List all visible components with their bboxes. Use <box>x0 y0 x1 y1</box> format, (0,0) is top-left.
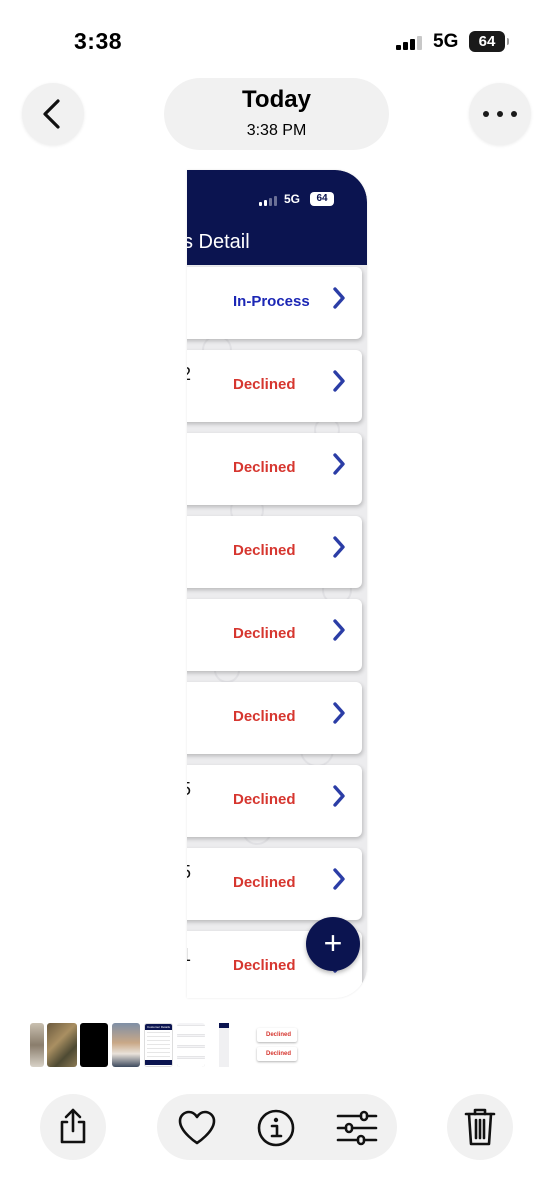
card-status: Declined <box>233 459 296 476</box>
preview-network: 5G <box>284 192 301 206</box>
thumbnail-card-status: Declined <box>257 1028 297 1042</box>
heart-icon[interactable] <box>177 1110 217 1146</box>
status-card[interactable]: 'Declined <box>187 433 362 505</box>
chevron-right-icon[interactable] <box>331 370 347 392</box>
card-status: Declined <box>233 874 296 891</box>
thumbnail-photo[interactable] <box>30 1023 44 1067</box>
status-card[interactable]: Declined <box>187 516 362 588</box>
delete-button[interactable] <box>447 1094 513 1160</box>
battery-icon: 64 <box>469 31 509 52</box>
add-button[interactable]: + <box>306 917 360 971</box>
card-id: 5 <box>187 862 191 883</box>
status-time: 3:38 <box>74 28 123 54</box>
thumbnail-photo[interactable] <box>80 1023 108 1067</box>
card-status: Declined <box>233 625 296 642</box>
thumbnail-photo[interactable] <box>112 1023 140 1067</box>
signal-icon <box>396 36 424 50</box>
chevron-right-icon[interactable] <box>331 702 347 724</box>
battery-icon: 64 <box>310 192 334 206</box>
sliders-icon[interactable] <box>336 1109 378 1147</box>
card-status: Declined <box>233 791 296 808</box>
chevron-right-icon[interactable] <box>331 287 347 309</box>
chevron-right-icon[interactable] <box>331 619 347 641</box>
thumbnail-screenshot[interactable]: Customer Details <box>144 1023 173 1067</box>
card-status: In-Process <box>233 293 310 310</box>
thumbnail-screenshot-current[interactable]: Declined Declined <box>252 1023 300 1067</box>
action-toolbar <box>157 1094 397 1160</box>
status-card[interactable]: Declined <box>187 682 362 754</box>
status-card[interactable]: In-Process <box>187 267 362 339</box>
share-icon <box>60 1108 86 1144</box>
thumbnail-screenshot[interactable] <box>177 1023 205 1067</box>
thumbnail-card-status: Declined <box>257 1047 297 1061</box>
ellipsis-icon <box>483 111 517 117</box>
thumbnail-header: Customer Details <box>145 1024 172 1030</box>
page-subtitle: 3:38 PM <box>246 122 307 139</box>
info-icon[interactable] <box>256 1108 296 1148</box>
status-card[interactable]: 5 Declined <box>187 848 362 920</box>
thumbnail-photo[interactable] <box>47 1023 77 1067</box>
card-status: Declined <box>233 542 296 559</box>
chevron-right-icon[interactable] <box>331 453 347 475</box>
preview-title: s Detail <box>187 231 250 253</box>
chevron-left-icon <box>43 99 60 129</box>
card-id: 2 <box>187 364 191 385</box>
card-id: 1 <box>187 945 191 966</box>
more-button[interactable] <box>469 83 531 145</box>
thumbnail-screenshot[interactable] <box>210 1023 238 1067</box>
photo-viewer: 3:38 5G 64 Today 3:38 PM 5G 64 s Detail … <box>0 0 554 1200</box>
date-title-pill: Today 3:38 PM <box>164 78 389 150</box>
preview-header: 5G 64 s Detail <box>187 170 367 265</box>
card-status: Declined <box>233 708 296 725</box>
signal-icon <box>259 196 279 206</box>
trash-icon <box>464 1108 496 1146</box>
status-card[interactable]: 5 Declined <box>187 765 362 837</box>
back-button[interactable] <box>22 83 84 145</box>
chevron-right-icon[interactable] <box>331 536 347 558</box>
card-id: 5 <box>187 779 191 800</box>
card-status: Declined <box>233 957 296 974</box>
status-card[interactable]: 2 Declined <box>187 350 362 422</box>
network-type: 5G <box>433 31 459 52</box>
screenshot-preview[interactable]: 5G 64 s Detail In-Process2Declined'Decli… <box>187 170 367 998</box>
status-card[interactable]: 'Declined <box>187 599 362 671</box>
chevron-right-icon[interactable] <box>331 868 347 890</box>
card-status: Declined <box>233 376 296 393</box>
page-title: Today <box>242 86 311 113</box>
share-button[interactable] <box>40 1094 106 1160</box>
chevron-right-icon[interactable] <box>331 785 347 807</box>
